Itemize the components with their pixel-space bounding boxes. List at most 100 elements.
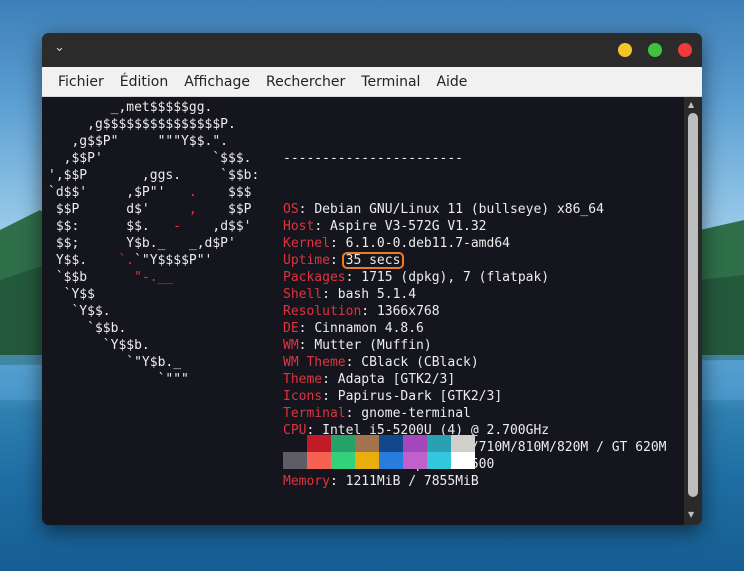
info-row: OS: Debian GNU/Linux 11 (bullseye) x86_6… xyxy=(283,201,667,218)
logo-segment: `$$b. xyxy=(48,321,127,336)
palette-swatch xyxy=(403,435,427,452)
logo-segment: $$: $$. xyxy=(48,219,174,234)
info-colon: : xyxy=(298,338,315,353)
logo-segment: "-.__ xyxy=(134,270,174,285)
info-colon: : xyxy=(298,202,315,217)
info-row: WM Theme: CBlack (CBlack) xyxy=(283,354,667,371)
logo-segment: ,g$$$$$$$$$$$$$$$P. xyxy=(48,117,236,132)
chevron-down-icon[interactable]: ⌄ xyxy=(54,40,65,55)
menu-fichier[interactable]: Fichier xyxy=(50,67,112,97)
logo-segment: `$$b xyxy=(48,270,135,285)
info-row: Host: Aspire V3-572G V1.32 xyxy=(283,218,667,235)
logo-line: ,g$$$$$$$$$$$$$$$P. xyxy=(48,116,259,133)
logo-segment: `Y$$b. xyxy=(48,338,150,353)
info-key: Host xyxy=(283,219,315,234)
logo-line: `$$b. xyxy=(48,320,259,337)
info-value: bash 5.1.4 xyxy=(337,287,417,302)
logo-line: `Y$$. xyxy=(48,303,259,320)
palette-swatch xyxy=(283,435,307,452)
menu-rechercher[interactable]: Rechercher xyxy=(258,67,353,97)
logo-segment: ,d$$' xyxy=(181,219,252,234)
info-row: Packages: 1715 (dpkg), 7 (flatpak) xyxy=(283,269,667,286)
info-value: Aspire V3-572G V1.32 xyxy=(329,219,487,234)
logo-line: Y$$. `.`"Y$$$$P"' xyxy=(48,252,259,269)
info-key: Terminal xyxy=(283,406,346,421)
close-button[interactable] xyxy=(678,43,692,57)
info-value: gnome-terminal xyxy=(361,406,471,421)
info-colon: : xyxy=(322,372,338,387)
info-colon: : xyxy=(345,270,362,285)
info-value: CBlack (CBlack) xyxy=(361,355,479,370)
logo-line: `Y$$ xyxy=(48,286,259,303)
info-key: WM xyxy=(283,338,299,353)
logo-segment: - xyxy=(173,219,182,234)
system-info: ----------------------- OS: Debian GNU/L… xyxy=(283,116,667,490)
palette-swatch xyxy=(283,452,307,469)
color-palette xyxy=(283,435,475,469)
logo-segment: Y$$. xyxy=(48,253,119,268)
info-value: Adapta [GTK2/3] xyxy=(337,372,456,387)
palette-swatch xyxy=(307,435,331,452)
logo-line: $$P d$' , $$P xyxy=(48,201,259,218)
terminal-output[interactable]: _,met$$$$$gg. ,g$$$$$$$$$$$$$$$P. ,g$$P"… xyxy=(42,97,684,525)
logo-segment: $$$ xyxy=(196,185,252,200)
logo-line: ,g$$P" """Y$$.". xyxy=(48,133,259,150)
palette-swatch xyxy=(379,452,403,469)
info-colon: : xyxy=(314,219,330,234)
info-value: Debian GNU/Linux 11 (bullseye) x86_64 xyxy=(314,202,604,217)
logo-segment: `""" xyxy=(48,372,189,387)
info-key: Kernel xyxy=(283,236,330,251)
maximize-button[interactable] xyxy=(648,43,662,57)
info-colon: : xyxy=(329,474,346,489)
scrollbar[interactable]: ▲ ▼ xyxy=(684,97,702,525)
palette-swatch xyxy=(307,452,331,469)
palette-swatch xyxy=(451,452,475,469)
info-key: Theme xyxy=(283,372,323,387)
info-colon: : xyxy=(298,321,315,336)
info-key: Shell xyxy=(283,287,323,302)
info-key: DE xyxy=(283,321,299,336)
scrollbar-thumb[interactable] xyxy=(688,113,698,497)
logo-line: `$$b "-.__ xyxy=(48,269,259,286)
logo-segment: `"Y$$$$P"' xyxy=(134,253,213,268)
palette-swatch xyxy=(427,435,451,452)
palette-swatch xyxy=(379,435,403,452)
logo-line: ',$$P ,ggs. `$$b: xyxy=(48,167,259,184)
palette-row-bright xyxy=(283,452,475,469)
logo-line: `"Y$b._ xyxy=(48,354,259,371)
debian-ascii-logo: _,met$$$$$gg. ,g$$$$$$$$$$$$$$$P. ,g$$P"… xyxy=(48,99,259,388)
info-separator: ----------------------- xyxy=(283,151,464,166)
info-key: Packages xyxy=(283,270,346,285)
logo-segment: $$P xyxy=(196,202,252,217)
info-row: Theme: Adapta [GTK2/3] xyxy=(283,371,667,388)
scroll-down-icon[interactable]: ▼ xyxy=(688,510,694,520)
info-row: Icons: Papirus-Dark [GTK2/3] xyxy=(283,388,667,405)
logo-line: _,met$$$$$gg. xyxy=(48,99,259,116)
menu-affichage[interactable]: Affichage xyxy=(176,67,258,97)
logo-segment: `"Y$b._ xyxy=(48,355,182,370)
logo-segment: `Y$$ xyxy=(48,287,95,302)
info-value: Cinnamon 4.8.6 xyxy=(314,321,424,336)
info-row: Shell: bash 5.1.4 xyxy=(283,286,667,303)
menu-edition[interactable]: Édition xyxy=(112,67,176,97)
logo-segment: , xyxy=(188,202,197,217)
logo-segment: ',$$P ,ggs. `$$b: xyxy=(48,168,260,183)
menu-terminal[interactable]: Terminal xyxy=(353,67,428,97)
info-value-highlighted: 35 secs xyxy=(341,252,405,269)
info-row: WM: Mutter (Muffin) xyxy=(283,337,667,354)
logo-line: ,$$P' `$$$. xyxy=(48,150,259,167)
palette-swatch xyxy=(403,452,427,469)
menu-aide[interactable]: Aide xyxy=(428,67,475,97)
info-value: Mutter (Muffin) xyxy=(314,338,432,353)
palette-swatch xyxy=(331,435,355,452)
info-colon: : xyxy=(322,287,338,302)
info-key: Icons xyxy=(283,389,323,404)
title-bar[interactable]: ⌄ xyxy=(42,33,702,67)
info-row: DE: Cinnamon 4.8.6 xyxy=(283,320,667,337)
minimize-button[interactable] xyxy=(618,43,632,57)
logo-segment: `. xyxy=(118,253,135,268)
palette-swatch xyxy=(427,452,451,469)
scroll-up-icon[interactable]: ▲ xyxy=(688,100,694,110)
logo-segment: . xyxy=(188,185,197,200)
info-key: Uptime xyxy=(283,253,330,268)
